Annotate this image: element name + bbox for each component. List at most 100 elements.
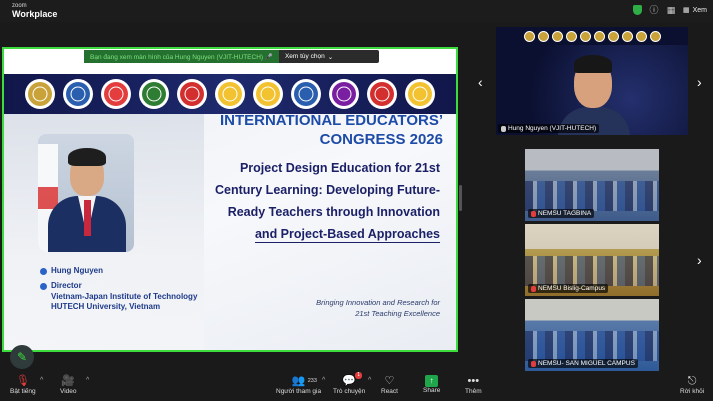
presenter-role: Director: [51, 281, 82, 291]
presenter-role-row: Director: [40, 281, 197, 291]
partner-logo-inner: [408, 82, 432, 106]
speaker-hair: [574, 55, 612, 73]
slide-subtitle: Project Design Education for 21st Centur…: [174, 157, 440, 245]
audio-options-caret[interactable]: ^: [40, 377, 43, 384]
speaker-name-tag: Hung Nguyen (VJIT-HUTECH): [498, 124, 600, 133]
tagline-line-1: Bringing Innovation and Research for: [316, 298, 440, 307]
participants-button[interactable]: 👥 233 Người tham gia: [276, 374, 321, 395]
participant-name-tag: NEMSU TAGBINA: [528, 209, 595, 218]
more-button[interactable]: ••• Thêm: [465, 374, 482, 395]
partner-logo-inner: [104, 82, 128, 106]
crowd-image: [525, 331, 659, 361]
strip-logo: [523, 30, 535, 42]
slide-title-line-2: CONGRESS 2026: [319, 131, 443, 148]
chevron-left-icon[interactable]: ‹: [478, 75, 483, 89]
speaker-video-tile[interactable]: Hung Nguyen (VJIT-HUTECH): [496, 27, 688, 135]
presenter-org-2: HUTECH University, Vietnam: [51, 302, 161, 312]
partner-logo-inner: [332, 82, 356, 106]
view-options-button[interactable]: Xem tùy chọn ⌄: [279, 53, 339, 61]
strip-logo: [593, 30, 605, 42]
share-arrow-icon: ↑: [425, 375, 439, 387]
grid-icon[interactable]: ▦: [666, 5, 676, 15]
video-button[interactable]: 🎥 Video: [60, 374, 77, 395]
more-dots-icon: •••: [467, 375, 480, 387]
share-screen-button[interactable]: ↑ Share: [423, 374, 440, 394]
participants-label: Người tham gia: [276, 388, 322, 395]
chat-label: Trò chuyện: [333, 388, 366, 395]
mic-icon: [501, 125, 506, 132]
chevron-down-icon: ⌄: [327, 53, 334, 61]
participant-tile[interactable]: NEMSU Bislig-Campus: [525, 224, 659, 296]
video-label: Video: [60, 388, 77, 395]
presenter-org-1: Vietnam-Japan Institute of Technology: [51, 291, 198, 301]
person-icon: [40, 267, 47, 275]
heart-icon: ♡: [384, 375, 395, 387]
view-button[interactable]: ▦ Xem: [682, 6, 707, 15]
title-bar: zoom Workplace ⓘ ▦ ▦ Xem: [0, 0, 713, 22]
video-options-caret[interactable]: ^: [86, 377, 89, 384]
shield-icon[interactable]: [632, 5, 642, 15]
app-brand: zoom Workplace: [12, 3, 57, 19]
presenter-name-row: Hung Nguyen: [40, 266, 197, 276]
slide-logo-bar: [4, 74, 456, 114]
crowd-image: [525, 181, 659, 211]
speaker-logo-strip: [496, 29, 688, 43]
participant-name-tag: NEMSU- SAN MIGUEL CAMPUS: [528, 359, 638, 368]
video-camera-icon: 🎥: [61, 375, 76, 387]
slide-tagline: Bringing Innovation and Research for 21s…: [244, 297, 440, 319]
strip-logo: [537, 30, 549, 42]
view-grid-icon: ▦: [682, 7, 690, 14]
mic-muted-icon: [531, 285, 536, 292]
presenter-photo: [38, 134, 134, 252]
slide-title-line-1: INTERNATIONAL EDUCATORS’: [219, 112, 443, 129]
partner-logo-inner: [66, 82, 90, 106]
panel-resize-handle[interactable]: [459, 185, 462, 211]
audio-button[interactable]: 🎙 Bật tiếng: [10, 374, 36, 395]
partner-logos: [25, 79, 435, 109]
share-label: Share: [423, 387, 441, 394]
participant-name-tag: NEMSU Bislig-Campus: [528, 284, 609, 293]
view-options-label: Xem tùy chọn: [284, 53, 325, 60]
microphone-muted-icon: 🎙: [15, 375, 30, 387]
participants-count: 233: [307, 378, 317, 384]
speaker-name: Hung Nguyen (VJIT-HUTECH): [508, 125, 597, 132]
mic-muted-icon: [531, 360, 536, 367]
mic-muted-icon: [531, 210, 536, 217]
info-icon[interactable]: ⓘ: [649, 5, 659, 15]
slide-title: INTERNATIONAL EDUCATORS’ CONGRESS 2026: [209, 111, 443, 149]
shared-screen[interactable]: Hung Nguyen Director Vietnam-Japan Insti…: [2, 47, 458, 352]
chat-button[interactable]: 💬 1 Trò chuyện: [333, 372, 366, 395]
partner-logo-inner: [218, 82, 242, 106]
chat-icon: 💬 1: [342, 372, 362, 387]
sharing-banner: Bạn đang xem màn hình của Hung Nguyen (V…: [84, 50, 379, 63]
participant-name: NEMSU- SAN MIGUEL CAMPUS: [538, 360, 635, 367]
strip-logo: [607, 30, 619, 42]
participant-name: NEMSU TAGBINA: [538, 210, 592, 217]
more-label: Thêm: [465, 388, 482, 395]
strip-logo: [621, 30, 633, 42]
slide-subtitle-line-1: Project Design Education for 21st: [239, 161, 440, 175]
crowd-image: [525, 256, 659, 286]
participants-options-caret[interactable]: ^: [322, 377, 325, 384]
strip-logo: [649, 30, 661, 42]
audio-label: Bật tiếng: [10, 388, 36, 395]
presenter-info: Hung Nguyen Director Vietnam-Japan Insti…: [40, 266, 197, 313]
react-button[interactable]: ♡ React: [381, 374, 398, 395]
leave-door-icon: ⎋: [687, 375, 697, 387]
chat-options-caret[interactable]: ^: [368, 377, 371, 384]
chevron-right-icon[interactable]: ›: [697, 75, 702, 89]
leave-label: Rời khỏi: [680, 388, 705, 395]
chevron-right-icon[interactable]: ›: [697, 253, 702, 267]
strip-logo: [565, 30, 577, 42]
participant-tile[interactable]: NEMSU- SAN MIGUEL CAMPUS: [525, 299, 659, 371]
partner-logo-inner: [256, 82, 280, 106]
leave-button[interactable]: ⎋ Rời khỏi: [680, 374, 704, 395]
photo-tie: [84, 200, 91, 236]
slide-subtitle-line-3: Ready Teachers through Innovation: [227, 205, 440, 219]
role-icon: [40, 283, 47, 291]
participant-name: NEMSU Bislig-Campus: [538, 285, 606, 292]
react-label: React: [381, 388, 398, 395]
participant-tile[interactable]: NEMSU TAGBINA: [525, 149, 659, 221]
zoom-window: zoom Workplace ⓘ ▦ ▦ Xem Hung Nguyen Dir…: [0, 0, 713, 401]
annotate-pen-icon[interactable]: ✎: [10, 345, 34, 369]
